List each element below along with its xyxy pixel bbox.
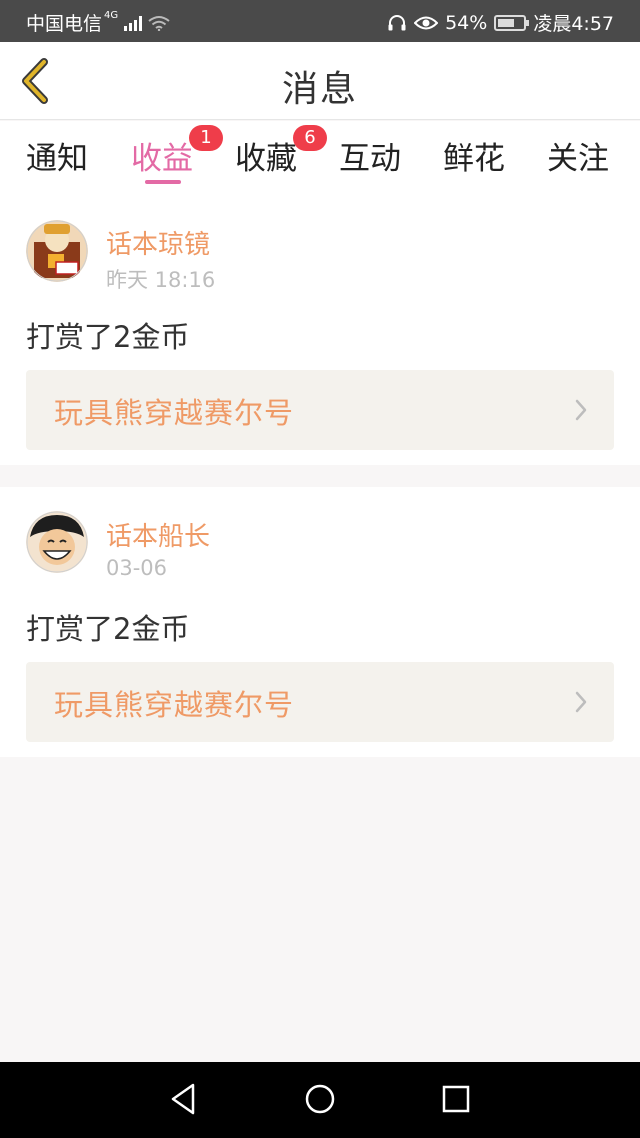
nav-back-icon[interactable] bbox=[168, 1082, 198, 1116]
username[interactable]: 话本琼镜 bbox=[106, 224, 210, 261]
system-nav-bar bbox=[0, 1062, 640, 1138]
book-title: 玩具熊穿越赛尔号 bbox=[54, 688, 295, 722]
tab-favorites[interactable]: 收藏 6 bbox=[235, 125, 327, 178]
signal-icon bbox=[124, 15, 143, 31]
tab-label: 收益 bbox=[131, 141, 193, 177]
active-tab-indicator bbox=[145, 180, 181, 184]
tab-notifications[interactable]: 通知 bbox=[26, 133, 88, 178]
tab-label: 关注 bbox=[547, 141, 609, 177]
header: 消息 bbox=[0, 42, 640, 120]
message-text: 打赏了2金币 bbox=[26, 612, 190, 646]
nav-recents-icon[interactable] bbox=[441, 1082, 471, 1116]
chevron-right-icon bbox=[575, 691, 587, 713]
username[interactable]: 话本船长 bbox=[106, 516, 210, 553]
message-card: 话本琼镜 昨天 18:16 打赏了2金币 玩具熊穿越赛尔号 bbox=[0, 197, 640, 465]
nav-home-icon[interactable] bbox=[304, 1082, 336, 1116]
book-link[interactable]: 玩具熊穿越赛尔号 bbox=[26, 662, 614, 742]
wifi-icon bbox=[148, 15, 170, 31]
tab-label: 通知 bbox=[26, 141, 88, 177]
avatar[interactable] bbox=[26, 511, 88, 573]
earnings-badge: 1 bbox=[189, 125, 223, 151]
eye-icon bbox=[414, 16, 439, 29]
clock: 凌晨4:57 bbox=[533, 13, 614, 35]
tab-label: 互动 bbox=[339, 141, 401, 177]
battery-percent: 54% bbox=[445, 11, 488, 34]
network-type: 4G bbox=[104, 10, 119, 21]
tab-bar: 通知 收益 1 收藏 6 互动 鲜花 关注 bbox=[0, 121, 640, 197]
tab-label: 鲜花 bbox=[443, 141, 505, 177]
status-bar: 中国电信 4G 54% 凌晨4:57 bbox=[0, 0, 640, 42]
tab-following[interactable]: 关注 bbox=[547, 133, 609, 178]
message-time: 昨天 18:16 bbox=[106, 268, 216, 292]
tab-flowers[interactable]: 鲜花 bbox=[443, 133, 505, 178]
tab-interactions[interactable]: 互动 bbox=[339, 133, 401, 178]
message-card: 话本船长 03-06 打赏了2金币 玩具熊穿越赛尔号 bbox=[0, 487, 640, 757]
carrier-label: 中国电信 bbox=[26, 13, 103, 35]
favorites-badge: 6 bbox=[293, 125, 327, 151]
message-text: 打赏了2金币 bbox=[26, 320, 190, 354]
battery-icon bbox=[494, 14, 530, 31]
avatar[interactable] bbox=[26, 220, 88, 282]
tab-earnings[interactable]: 收益 1 bbox=[131, 125, 223, 178]
message-time: 03-06 bbox=[106, 556, 168, 580]
book-link[interactable]: 玩具熊穿越赛尔号 bbox=[26, 370, 614, 450]
headphones-icon bbox=[388, 14, 406, 30]
page-title: 消息 bbox=[281, 69, 358, 110]
chevron-right-icon bbox=[575, 399, 587, 421]
tab-label: 收藏 bbox=[235, 141, 297, 177]
book-title: 玩具熊穿越赛尔号 bbox=[54, 396, 295, 430]
